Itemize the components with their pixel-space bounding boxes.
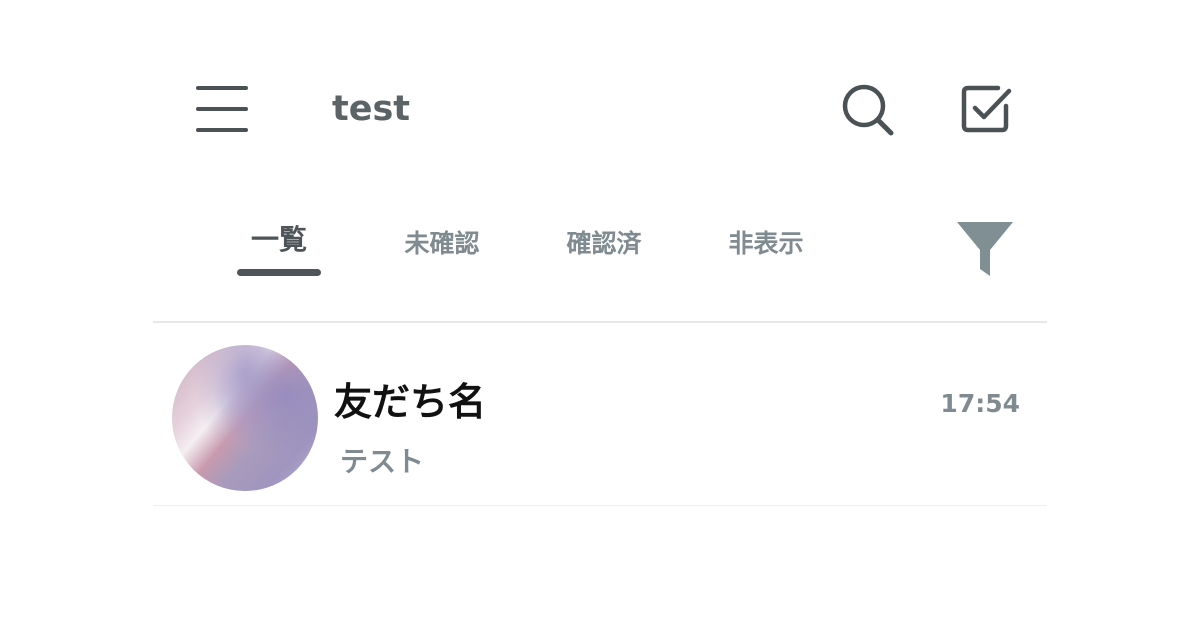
select-button[interactable] — [958, 82, 1014, 138]
divider — [153, 321, 1047, 323]
filter-icon — [957, 222, 1013, 276]
tab-read[interactable]: 確認済 — [560, 224, 648, 264]
checkbox-icon — [961, 85, 1012, 133]
search-icon — [842, 84, 894, 136]
tab-unread[interactable]: 未確認 — [398, 224, 486, 264]
menu-icon-line — [196, 107, 248, 111]
tab-all[interactable]: 一覧 — [238, 220, 320, 260]
avatar — [172, 345, 318, 491]
friend-name: 友だち名 — [334, 380, 487, 424]
search-button[interactable] — [840, 82, 896, 138]
divider — [153, 505, 1047, 506]
message-time: 17:54 — [940, 389, 1020, 418]
page-title: test — [332, 89, 411, 129]
filter-button[interactable] — [954, 218, 1016, 280]
last-message: テスト — [340, 445, 425, 478]
tab-hidden[interactable]: 非表示 — [722, 224, 810, 264]
active-tab-indicator — [237, 269, 321, 276]
menu-button[interactable] — [196, 84, 248, 132]
menu-icon-line — [196, 128, 248, 132]
menu-icon — [196, 86, 248, 90]
